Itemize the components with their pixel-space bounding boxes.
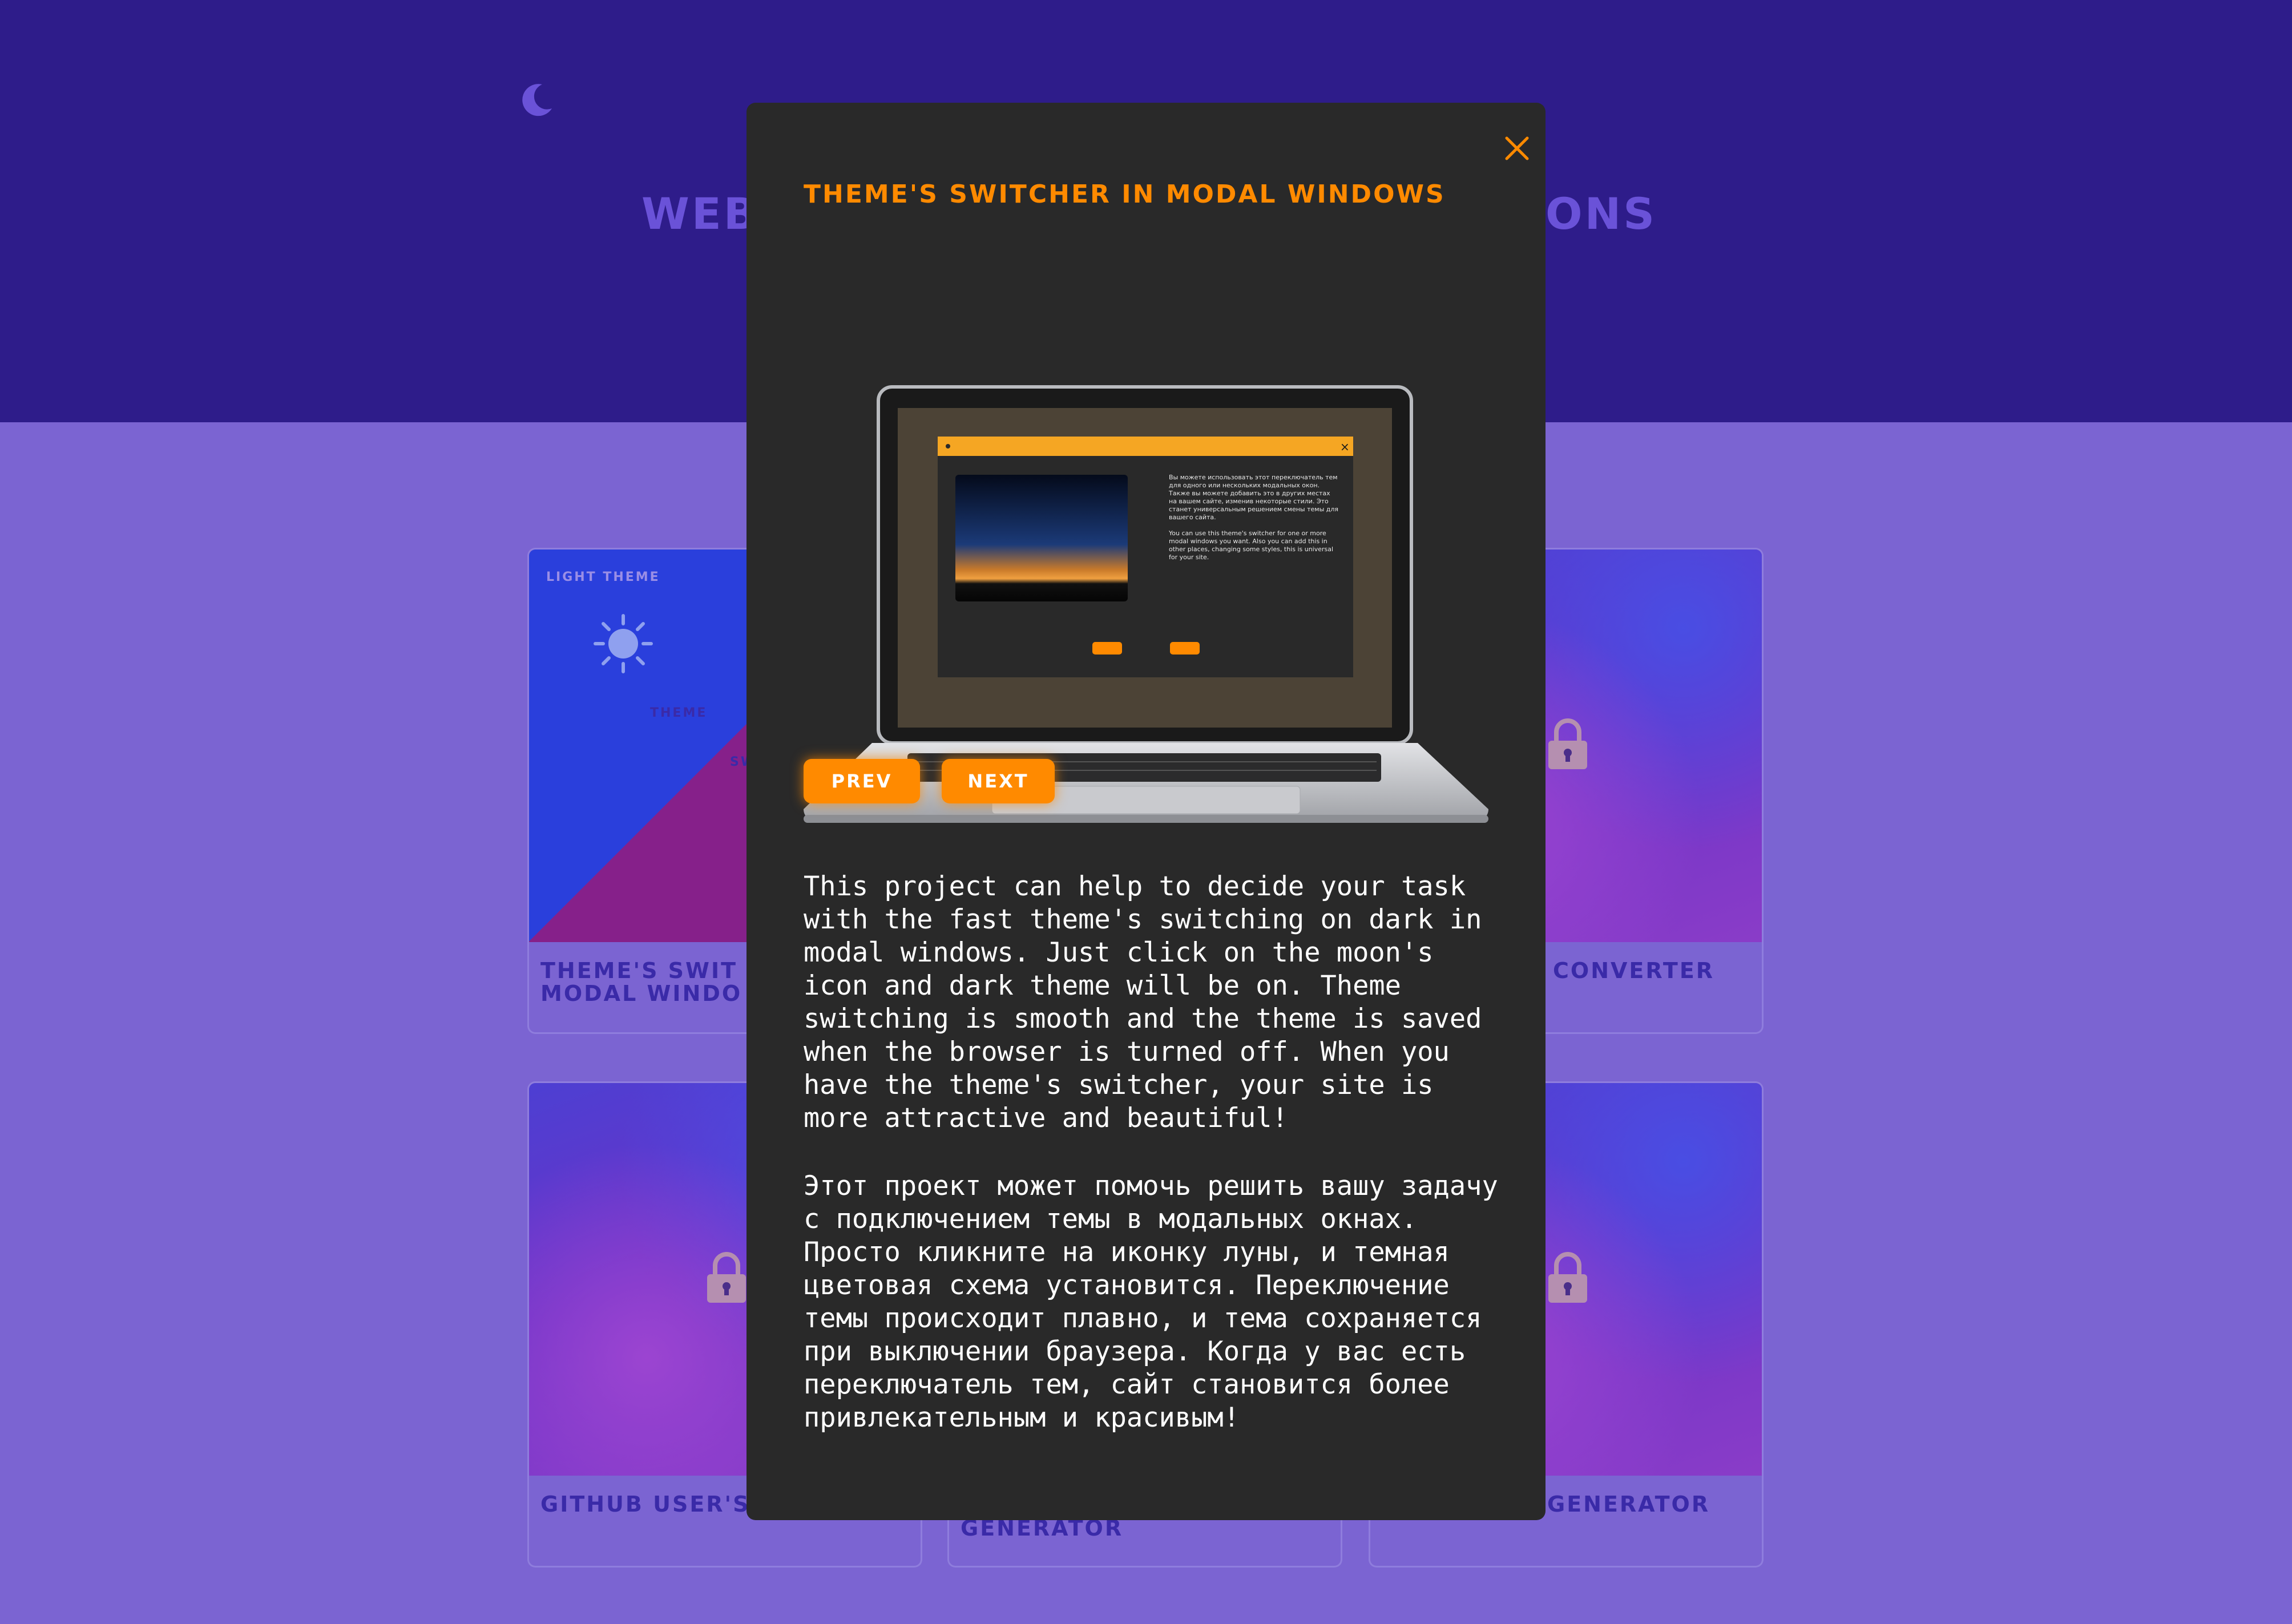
prev-button[interactable]: PREV	[804, 759, 920, 803]
card-theme-label: LIGHT THEME	[546, 570, 660, 584]
card-title: GENERATOR	[961, 1516, 1124, 1541]
moon-icon[interactable]	[516, 80, 556, 120]
close-icon[interactable]	[1499, 130, 1535, 167]
project-description-ru: Этот проект может помочь решить вашу зад…	[804, 1170, 1498, 1433]
modal-title: THEME'S SWITCHER IN MODAL WINDOWS	[804, 180, 1446, 209]
sun-icon	[594, 614, 653, 673]
project-modal: THEME'S SWITCHER IN MODAL WINDOWS × Вы м…	[746, 103, 1546, 1520]
next-button[interactable]: NEXT	[942, 759, 1055, 803]
project-preview-image: × Вы можете использовать этот переключат…	[804, 385, 1488, 823]
card-inner-text: THEME	[650, 706, 708, 720]
project-description-en: This project can help to decide your tas…	[804, 871, 1482, 1134]
lock-icon	[1548, 1252, 1587, 1303]
screen-ru-text: Вы можете использовать этот переключател…	[1169, 474, 1338, 521]
screen-en-text: You can use this theme's switcher for on…	[1169, 530, 1334, 561]
svg-text:×: ×	[1340, 440, 1350, 454]
lock-icon	[707, 1252, 746, 1303]
lock-icon	[1548, 718, 1587, 769]
card-title: GENERATOR	[1547, 1492, 1710, 1517]
card-title: CONVERTER	[1553, 958, 1715, 983]
